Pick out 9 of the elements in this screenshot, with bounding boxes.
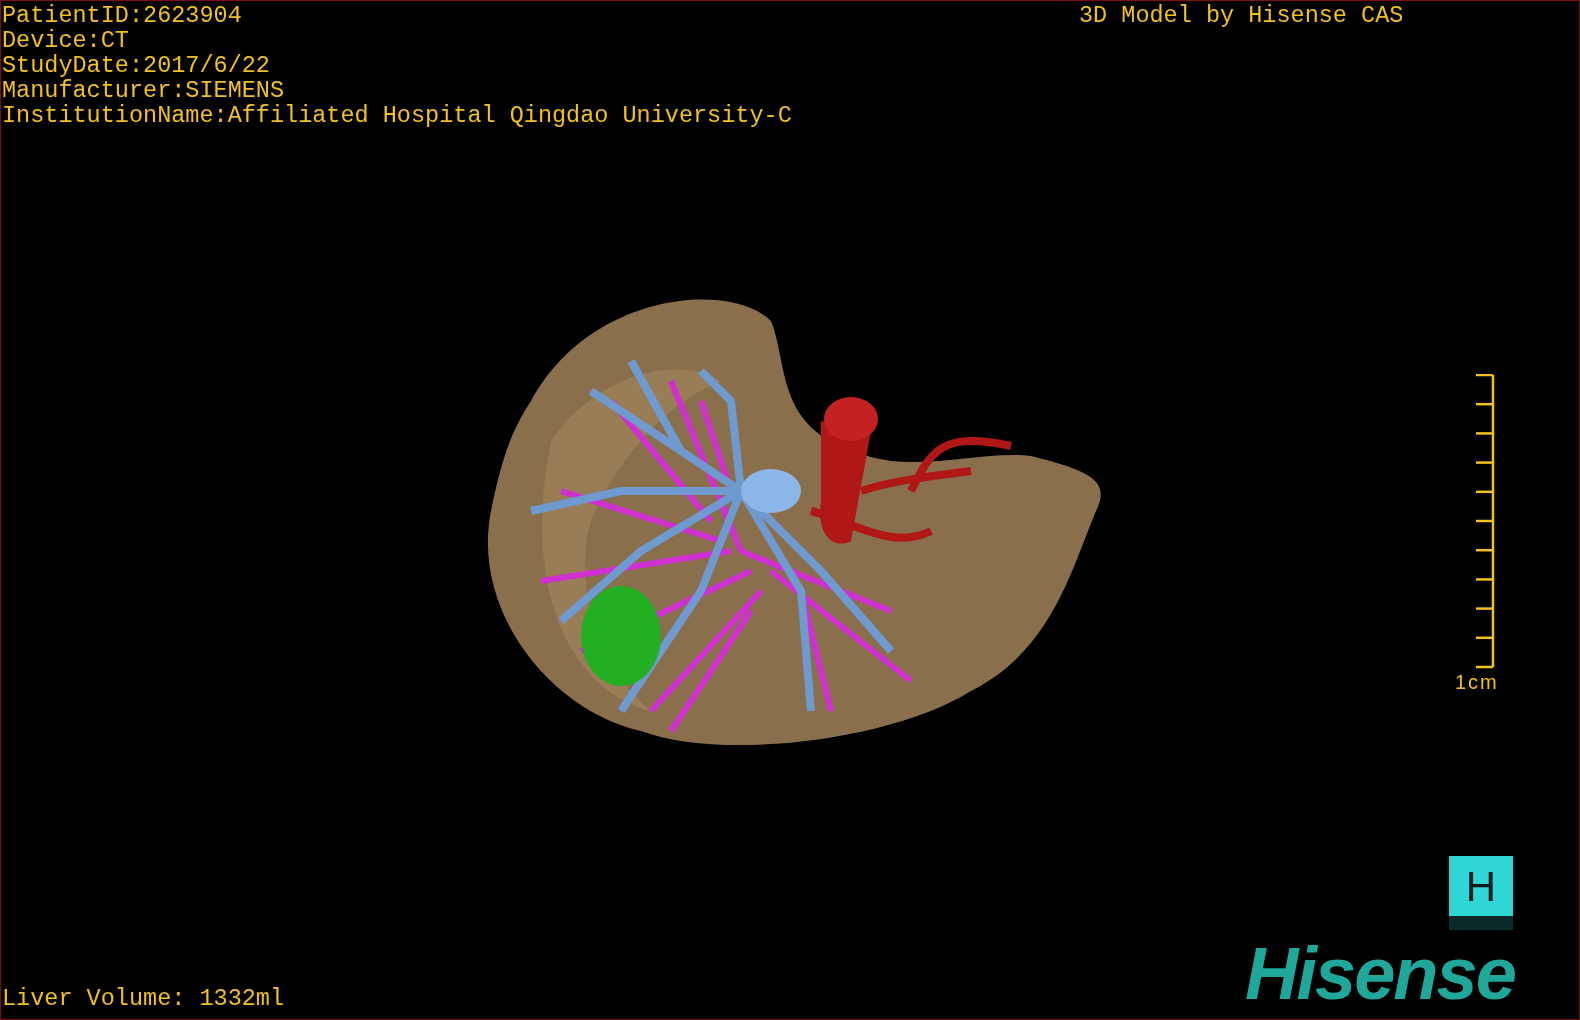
scale-label: 1cm — [1455, 671, 1499, 693]
logo-wordmark: Hisense — [1245, 939, 1515, 1009]
info-line: Manufacturer:SIEMENS — [2, 78, 286, 103]
model-credit: 3D Model by Hisense CAS — [1079, 3, 1404, 28]
info-line: InstitutionName:Affiliated Hospital Qingdao University-C — [2, 103, 792, 128]
info-line: StudyDate:2017/6/22 — [2, 53, 271, 78]
liver-volume: Liver Volume: 1332ml — [2, 986, 285, 1011]
info-line: PatientID:2623904 — [2, 3, 243, 28]
info-line: Device:CT — [2, 28, 130, 53]
